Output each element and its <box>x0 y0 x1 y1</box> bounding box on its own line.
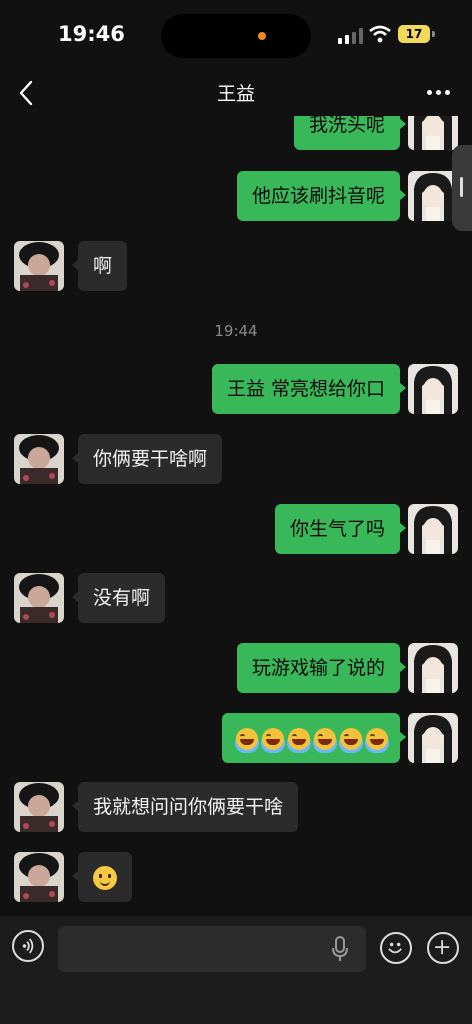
chat-header: 王益 <box>0 70 472 116</box>
contact-avatar[interactable] <box>14 782 64 832</box>
message-input[interactable] <box>58 926 366 972</box>
message-row-me: 他应该刷抖音呢 <box>0 171 472 221</box>
message-bubble-other[interactable]: 啊 <box>71 241 128 291</box>
message-bubble-other[interactable]: 没有啊 <box>71 573 166 623</box>
recording-dot-icon <box>258 32 266 40</box>
message-bubble-me-emoji[interactable] <box>222 713 406 763</box>
status-bar: 19:46 17 <box>0 0 472 70</box>
message-bubble-me[interactable]: 你生气了吗 <box>274 504 407 554</box>
contact-avatar[interactable] <box>14 434 64 484</box>
message-bubble-me[interactable]: 玩游戏输了说的 <box>236 643 407 693</box>
plus-icon[interactable] <box>427 932 459 964</box>
message-row-me <box>0 713 472 763</box>
tears-of-joy-icon <box>366 727 388 750</box>
message-bubble-me[interactable]: 王益 常亮想给你口 <box>211 364 407 414</box>
message-row-other: 没有啊 <box>0 573 472 623</box>
input-bar <box>0 916 472 1024</box>
chat-title: 王益 <box>216 83 255 105</box>
tears-of-joy-icon <box>262 727 284 750</box>
dynamic-island <box>161 14 311 58</box>
my-avatar[interactable] <box>408 364 458 414</box>
message-row-other <box>0 852 472 902</box>
message-row-other: 你俩要干啥啊 <box>0 434 472 484</box>
my-avatar[interactable] <box>408 116 458 150</box>
voice-icon[interactable] <box>12 930 44 962</box>
emoji-icon[interactable] <box>380 932 412 964</box>
battery-nub <box>432 31 435 37</box>
my-avatar[interactable] <box>408 171 458 221</box>
smiley-icon <box>93 865 117 890</box>
message-bubble-other-emoji[interactable] <box>72 852 132 902</box>
status-time: 19:46 <box>58 22 125 46</box>
message-timestamp: 19:44 <box>214 322 258 340</box>
message-bubble-other[interactable]: 你俩要干啥啊 <box>71 434 223 484</box>
tears-of-joy-icon <box>236 727 258 750</box>
tears-of-joy-icon <box>288 727 310 750</box>
message-row-me: 玩游戏输了说的 <box>0 643 472 693</box>
message-list[interactable]: 我洗头呢 他应该刷抖音呢 啊 19:44 王益 常亮想给你口 你俩要干啥啊 你生… <box>0 116 472 916</box>
tears-of-joy-icon <box>340 727 362 750</box>
contact-avatar[interactable] <box>14 241 64 291</box>
message-row-me: 我洗头呢 <box>0 116 472 150</box>
more-dots-icon[interactable] <box>424 82 454 102</box>
tears-of-joy-icon <box>314 727 336 750</box>
mic-icon[interactable] <box>331 936 349 962</box>
message-bubble-me[interactable]: 他应该刷抖音呢 <box>236 171 407 221</box>
wifi-icon <box>369 25 391 43</box>
message-row-other: 啊 <box>0 241 472 291</box>
battery-indicator: 17 <box>398 25 430 43</box>
message-row-other: 我就想问问你俩要干啥 <box>0 782 472 832</box>
message-bubble-me[interactable]: 我洗头呢 <box>293 116 407 150</box>
message-row-me: 王益 常亮想给你口 <box>0 364 472 414</box>
contact-avatar[interactable] <box>14 573 64 623</box>
signal-icon <box>338 28 364 44</box>
my-avatar[interactable] <box>408 504 458 554</box>
scroll-handle[interactable] <box>452 145 472 231</box>
contact-avatar[interactable] <box>14 852 64 902</box>
my-avatar[interactable] <box>408 643 458 693</box>
message-bubble-other[interactable]: 我就想问问你俩要干啥 <box>71 782 299 832</box>
message-row-me: 你生气了吗 <box>0 504 472 554</box>
my-avatar[interactable] <box>408 713 458 763</box>
